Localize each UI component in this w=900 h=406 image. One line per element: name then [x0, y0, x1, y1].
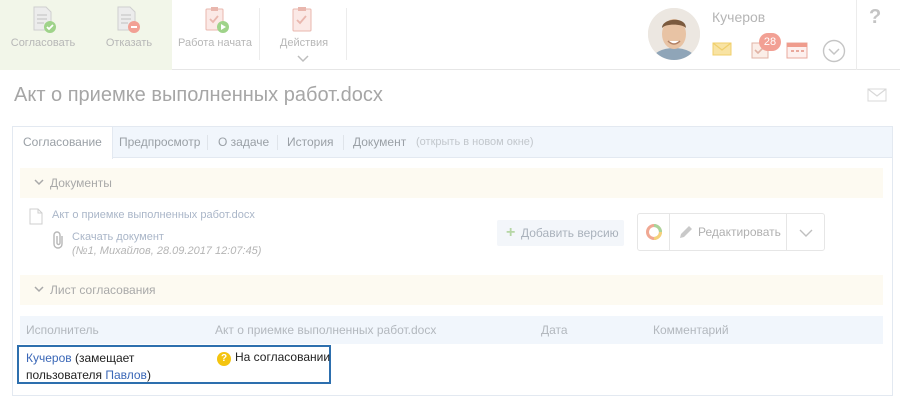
approval-section-header[interactable]: Лист согласования [20, 275, 883, 305]
toolbar-divider [259, 8, 260, 60]
open-in-new-window-link[interactable]: (открыть в новом окне) [416, 127, 534, 158]
edit-dropdown-button[interactable] [787, 214, 824, 250]
approval-section-title: Лист согласования [50, 283, 156, 297]
table-row: Кучеров (замещает пользователя Павлов) ?… [17, 345, 331, 384]
google-docs-button[interactable] [638, 214, 670, 250]
plus-icon: + [506, 224, 516, 241]
tab-history[interactable]: История [277, 127, 344, 158]
send-mail-icon[interactable] [867, 88, 887, 102]
pending-status-icon: ? [217, 352, 231, 366]
reject-label: Отказать [105, 37, 153, 49]
clipboard-check-icon [292, 7, 312, 32]
approve-button[interactable]: Согласовать [0, 0, 86, 70]
user-menu-chevron-icon[interactable] [822, 39, 846, 63]
substitutes-prefix: (замещает [74, 351, 135, 365]
pencil-icon [680, 226, 692, 238]
chevron-down-icon [799, 229, 813, 237]
actions-button[interactable]: Действия [262, 0, 346, 70]
document-version-meta: (№1, Михайлов, 28.09.2017 12:07:45) [72, 245, 262, 257]
avatar[interactable] [648, 8, 700, 60]
toolbar-divider [346, 8, 347, 60]
substituted-user-link[interactable]: Павлов [105, 368, 147, 382]
document-reject-icon [117, 6, 140, 33]
user-photo [648, 8, 700, 60]
tab-about-task[interactable]: О задаче [208, 127, 279, 158]
substitutes-suffix: ) [146, 368, 151, 382]
performer-link[interactable]: Кучеров [26, 351, 72, 365]
tab-document[interactable]: Документ [343, 127, 416, 158]
clipboard-play-icon [205, 7, 229, 33]
page-title: Акт о приемке выполненных работ.docx [14, 84, 383, 106]
column-header-document: Акт о приемке выполненных работ.docx [215, 323, 437, 337]
help-area: ? [856, 0, 900, 70]
tab-preview[interactable]: Предпросмотр [109, 127, 210, 158]
chevron-down-icon [297, 55, 309, 63]
chevron-down-icon [34, 179, 44, 186]
document-approve-icon [33, 6, 56, 33]
google-ring-icon [646, 224, 662, 240]
tab-bar: Согласование Предпросмотр О задаче Истор… [13, 127, 892, 159]
column-header-performer: Исполнитель [26, 323, 99, 337]
add-version-button[interactable]: + Добавить версию [497, 220, 624, 246]
work-started-button[interactable]: Работа начата [172, 0, 258, 70]
documents-section-title: Документы [50, 176, 112, 190]
actions-label: Действия [279, 37, 329, 49]
mail-icon[interactable] [712, 42, 732, 56]
chevron-down-icon [34, 286, 44, 293]
column-header-comment: Комментарий [653, 323, 729, 337]
edit-button-group: Редактировать [637, 213, 825, 251]
substitutes-text: пользователя [26, 368, 102, 382]
edit-label: Редактировать [698, 225, 781, 239]
approval-table-header: Исполнитель Акт о приемке выполненных ра… [20, 316, 883, 344]
toolbar: Согласовать Отказать Работа начата Дейст… [0, 0, 900, 70]
reject-button[interactable]: Отказать [86, 0, 172, 70]
status-text: На согласовании [235, 350, 331, 364]
edit-button[interactable]: Редактировать [670, 214, 787, 250]
tab-approval[interactable]: Согласование [13, 127, 113, 159]
documents-section-header[interactable]: Документы [20, 168, 883, 198]
download-document-link[interactable]: Скачать документ [72, 231, 164, 243]
work-started-label: Работа начата [178, 37, 252, 49]
document-icon [29, 208, 43, 225]
document-file-link[interactable]: Акт о приемке выполненных работ.docx [52, 209, 255, 221]
performer-cell: Кучеров (замещает пользователя Павлов) [26, 350, 206, 384]
column-header-date: Дата [541, 323, 568, 337]
add-version-label: Добавить версию [521, 226, 619, 240]
tasks-badge: 28 [759, 33, 781, 51]
user-name[interactable]: Кучеров [712, 9, 765, 25]
paperclip-icon [53, 231, 63, 249]
approve-label: Согласовать [10, 37, 76, 49]
calendar-icon[interactable] [786, 40, 808, 60]
help-icon[interactable]: ? [869, 6, 881, 29]
